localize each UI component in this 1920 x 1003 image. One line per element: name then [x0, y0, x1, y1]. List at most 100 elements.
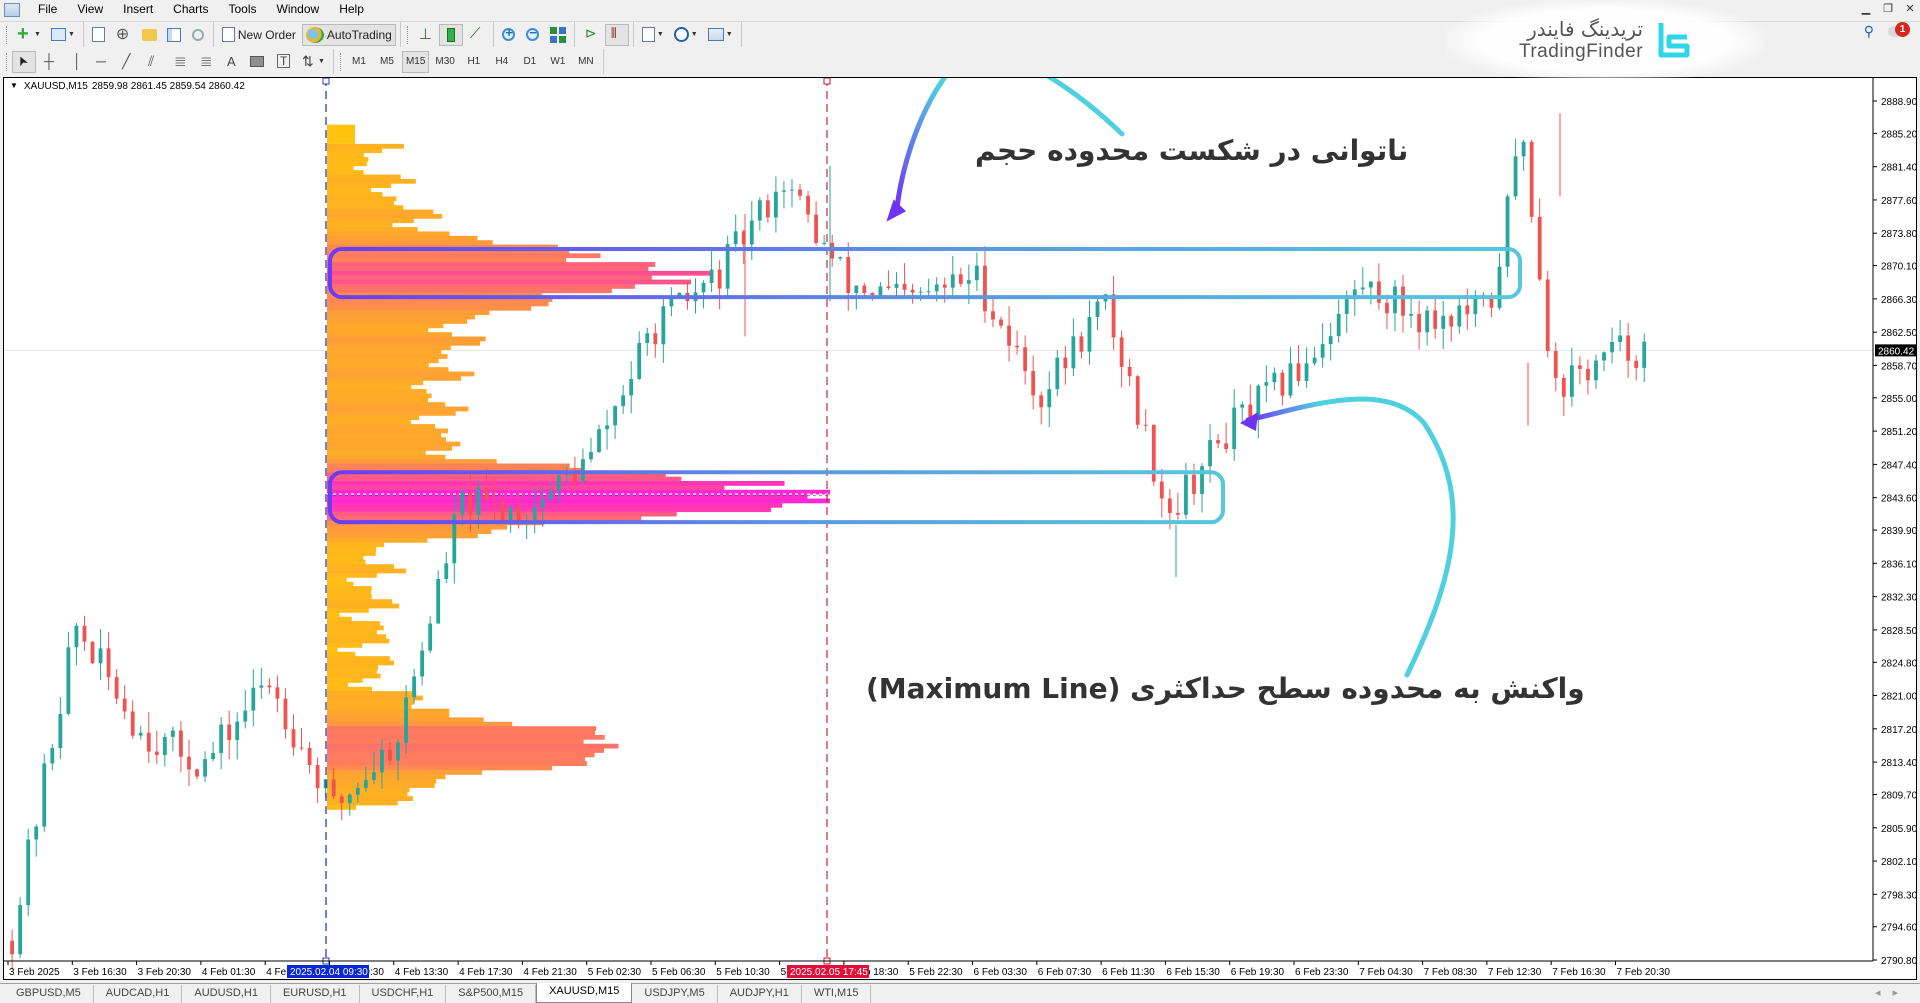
volume-profile-bar	[327, 673, 381, 679]
chart-tab[interactable]: AUDUSD,H1	[182, 985, 271, 1003]
bearish-candle	[267, 685, 272, 688]
data-window-button[interactable]	[112, 24, 136, 46]
chart-shift-button[interactable]	[604, 23, 629, 46]
tab-scroll-arrows[interactable]: ◂▸	[1875, 986, 1910, 999]
zoom-in-button[interactable]	[498, 24, 520, 46]
toolbar-grip[interactable]	[406, 25, 410, 44]
navigator-icon	[141, 28, 157, 41]
toolbar-grip[interactable]	[339, 52, 343, 71]
menu-charts[interactable]: Charts	[163, 0, 218, 19]
bearish-candle	[275, 687, 280, 699]
new-chart-button[interactable]: ▼	[12, 23, 45, 46]
chart-tab[interactable]: AUDCAD,H1	[94, 985, 183, 1003]
tile-windows-button[interactable]	[546, 24, 570, 46]
periodicity-button[interactable]: ▼	[670, 24, 702, 46]
chart-window[interactable]: 2888.90 2885.20 2881.40 2877.60 2873.80 2870.…	[3, 77, 1917, 980]
toolbar-grip[interactable]	[6, 25, 9, 44]
mt4-window: File View Insert Charts Tools Window Hel…	[0, 0, 1920, 1003]
bullish-candle	[1602, 352, 1606, 361]
price-chart[interactable]: 2888.90 2885.20 2881.40 2877.60 2873.80 2870.…	[4, 78, 1917, 980]
bullish-candle	[1328, 336, 1333, 345]
toolbar-group-trading: New Order AutoTrading	[214, 22, 401, 47]
strategy-tester-icon	[191, 28, 204, 41]
volume-profile-bar	[327, 769, 482, 775]
bullish-candle	[412, 676, 416, 698]
chart-tab[interactable]: GBPUSD,M5	[4, 985, 94, 1003]
timeframe-d1[interactable]: D1	[517, 51, 543, 73]
zoom-out-button[interactable]	[522, 24, 544, 46]
fibonacci-fan-tool[interactable]	[194, 51, 218, 73]
chart-tab[interactable]: USDJPY,M5	[632, 985, 718, 1003]
text-tool[interactable]	[220, 51, 244, 73]
timeframe-h4[interactable]: H4	[489, 51, 515, 73]
restore-button[interactable]: ❐	[1878, 0, 1898, 16]
crosshair-tool[interactable]	[38, 51, 62, 73]
fibonacci-retracement-tool[interactable]	[168, 51, 192, 73]
timeframe-w1[interactable]: W1	[545, 51, 571, 73]
volume-profile-bar	[327, 459, 497, 464]
chart-tab[interactable]: XAUUSD,M15	[536, 983, 633, 1003]
chart-tab[interactable]: USDCHF,H1	[360, 985, 447, 1003]
timeframe-h1[interactable]: H1	[461, 51, 487, 73]
cursor-tool[interactable]	[12, 50, 36, 73]
bullish-candle	[428, 623, 433, 651]
minimize-button[interactable]: ▁	[1856, 0, 1876, 16]
bar-chart-button[interactable]	[413, 24, 437, 46]
bullish-candle	[629, 378, 634, 396]
menu-window[interactable]: Window	[267, 0, 330, 19]
new-order-button[interactable]: New Order	[218, 24, 300, 46]
bearish-candle	[1553, 350, 1558, 378]
bearish-candle	[90, 641, 95, 664]
chart-tab[interactable]: EURUSD,H1	[271, 985, 360, 1003]
candlestick-chart-button[interactable]	[438, 23, 463, 46]
notifications-button[interactable]: 1	[1888, 22, 1910, 40]
timeframe-m5[interactable]: M5	[374, 51, 400, 73]
timeframe-m15[interactable]: M15	[401, 50, 430, 73]
timeframe-mn[interactable]: MN	[573, 51, 599, 73]
volume-profile-bar	[327, 310, 490, 316]
menu-help[interactable]: Help	[329, 0, 374, 19]
terminal-button[interactable]	[163, 24, 185, 46]
search-icon[interactable]: ⚲	[1864, 23, 1874, 40]
volume-profile-bar	[327, 196, 397, 202]
menu-file[interactable]: File	[28, 0, 67, 19]
autotrading-button[interactable]: AutoTrading	[301, 23, 396, 46]
chart-tab[interactable]: AUDJPY,H1	[718, 985, 802, 1003]
collapse-triangle-icon[interactable]: ▼	[10, 81, 18, 92]
line-chart-button[interactable]	[465, 24, 489, 46]
trendline-tool[interactable]	[116, 51, 140, 73]
equidistant-channel-tool[interactable]	[142, 51, 166, 73]
chart-tab[interactable]: S&P500,M15	[446, 985, 537, 1003]
menu-insert[interactable]: Insert	[113, 0, 163, 19]
horizontal-line-tool[interactable]	[90, 51, 114, 73]
auto-scroll-button[interactable]	[579, 24, 603, 46]
toolbar-group-scroll	[575, 22, 634, 47]
menu-view[interactable]: View	[67, 0, 113, 19]
volume-profile-bar	[327, 187, 371, 193]
bullish-candle	[211, 752, 215, 760]
text-label-tool[interactable]	[270, 51, 294, 73]
volume-profile-bar	[327, 507, 772, 513]
dropdown-arrow-icon: ▼	[656, 31, 664, 38]
arrows-tool[interactable]: ▼	[296, 51, 329, 73]
market-watch-button[interactable]	[88, 24, 110, 46]
indicators-button[interactable]: ▼	[638, 24, 668, 46]
bearish-candle	[187, 756, 191, 770]
menu-tools[interactable]: Tools	[219, 0, 267, 19]
timeframe-m1[interactable]: M1	[346, 51, 372, 73]
timeframe-m30[interactable]: M30	[431, 51, 458, 73]
tile-windows-icon	[549, 26, 566, 43]
price-tick-label: 2839.90	[1881, 526, 1917, 537]
bearish-candle	[1007, 325, 1011, 346]
navigator-button[interactable]	[138, 24, 161, 46]
bullish-candle	[355, 787, 360, 795]
strategy-tester-button[interactable]	[187, 24, 209, 46]
close-button[interactable]: ✕	[1900, 0, 1920, 16]
templates-button[interactable]: ▼	[704, 24, 737, 46]
rectangle-tool[interactable]	[246, 51, 268, 73]
volume-profile-bar	[327, 327, 429, 333]
vertical-line-tool[interactable]	[64, 51, 88, 73]
chart-tab[interactable]: WTI,M15	[802, 985, 872, 1003]
toolbar-grip[interactable]	[6, 52, 9, 71]
profiles-button[interactable]: ▼	[47, 24, 79, 46]
